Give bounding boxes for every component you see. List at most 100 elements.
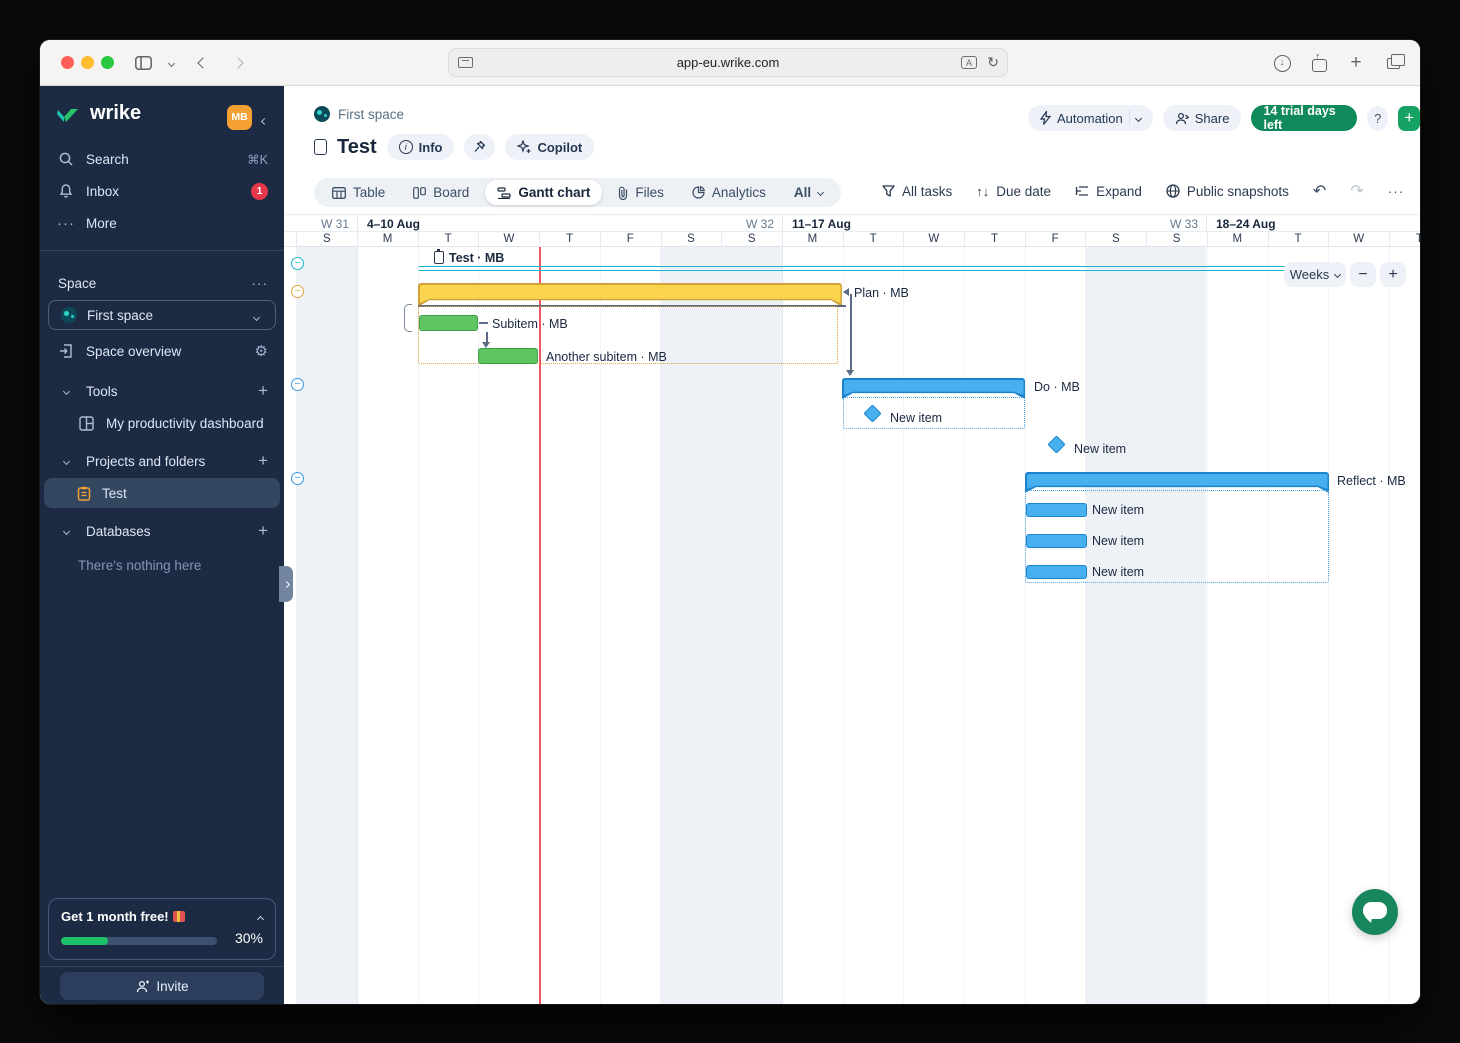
sidebar-item-test[interactable]: Test [44, 478, 280, 508]
sidebar-item-more[interactable]: ··· More [40, 210, 284, 236]
task-label-plan: Plan · MB [854, 285, 909, 300]
share-page-icon[interactable] [1308, 52, 1330, 74]
chevron-down-icon [58, 453, 74, 469]
browser-toolbar: app-eu.wrike.com A ↻ ↓ + [40, 40, 1420, 86]
sidebar-item-search[interactable]: Search ⌘K [40, 146, 284, 172]
collapse-toggle-plan[interactable]: – [291, 285, 304, 298]
sidebar-section-projects[interactable]: Projects and folders + [40, 448, 284, 474]
downloads-icon[interactable]: ↓ [1271, 52, 1293, 74]
task-label-another-subitem: Another subitem · MB [546, 349, 667, 364]
wrike-logo: wrike [56, 102, 141, 125]
search-shortcut: ⌘K [247, 152, 268, 167]
translate-icon[interactable]: A [961, 56, 977, 69]
chevron-down-icon [58, 523, 74, 539]
url-text: app-eu.wrike.com [449, 55, 1007, 70]
gantt-items-layer: Test · MB – – – – Plan · MB Subitem · MB Anothe… [284, 86, 1420, 1004]
subitem-label-connector [479, 322, 488, 324]
timescale-dropdown[interactable]: Weeks [1284, 262, 1346, 287]
inbox-badge: 1 [251, 183, 268, 200]
search-icon [58, 151, 74, 167]
task-label-new-item-4: New item [1092, 533, 1144, 548]
sidebar-toggle-icon[interactable] [132, 52, 154, 74]
gear-icon[interactable]: ⚙ [255, 342, 268, 360]
bar-new-item-3[interactable] [1026, 503, 1087, 517]
chevron-down-icon [253, 313, 260, 320]
collapse-toggle-test[interactable]: – [291, 257, 304, 270]
add-database-icon[interactable]: + [258, 521, 268, 541]
sidebar-resize-handle[interactable] [279, 566, 293, 602]
browser-window: app-eu.wrike.com A ↻ ↓ + wrike MB Search… [40, 40, 1420, 1004]
group-drag-bracket[interactable] [404, 304, 412, 332]
bell-icon [58, 183, 74, 199]
task-label-do: Do · MB [1034, 379, 1080, 394]
sidebar-divider [40, 250, 284, 251]
space-selector[interactable]: First space [48, 300, 276, 330]
overview-icon [58, 343, 74, 359]
promo-percent: 30% [235, 930, 263, 946]
bar-new-item-4[interactable] [1026, 534, 1087, 548]
reload-icon[interactable]: ↻ [987, 54, 999, 71]
task-label-subitem: Subitem · MB [492, 316, 568, 331]
bar-another-subitem[interactable] [478, 348, 538, 364]
space-section-header: Space ··· [40, 270, 284, 296]
task-label-test: Test · MB [434, 250, 504, 265]
gift-icon [173, 911, 185, 922]
dep-arrowhead-do [846, 370, 854, 376]
milestone-new-item-2[interactable] [1047, 435, 1065, 453]
project-clipboard-icon [76, 485, 92, 501]
promo-title: Get 1 month free! [61, 909, 263, 924]
avatar[interactable]: MB [227, 105, 252, 130]
clipboard-icon [434, 251, 444, 264]
sidebar-item-inbox[interactable]: Inbox 1 [40, 178, 284, 204]
invite-person-icon [135, 980, 149, 993]
sidebar-section-databases[interactable]: Databases + [40, 518, 284, 544]
dep-arrowhead-plan [843, 288, 849, 296]
close-window-button[interactable] [61, 56, 74, 69]
collapse-sidebar-icon[interactable] [262, 111, 267, 129]
collapse-toggle-reflect[interactable]: – [291, 472, 304, 485]
ellipsis-icon: ··· [58, 215, 74, 231]
task-label-reflect: Reflect · MB [1337, 473, 1406, 488]
app-sidebar: wrike MB Search ⌘K Inbox 1 ··· More Spac… [40, 86, 284, 1004]
wrike-logo-icon [56, 103, 82, 125]
address-bar[interactable]: app-eu.wrike.com A ↻ [448, 48, 1008, 77]
promo-card[interactable]: Get 1 month free! 30% [48, 898, 276, 960]
add-project-icon[interactable]: + [258, 451, 268, 471]
bar-subitem[interactable] [419, 315, 478, 331]
sidebar-item-dashboard[interactable]: My productivity dashboard [40, 410, 284, 436]
dep-line-plan-do [850, 294, 852, 371]
minimize-window-button[interactable] [81, 56, 94, 69]
collapse-promo-icon[interactable] [257, 916, 264, 923]
bar-new-item-5[interactable] [1026, 565, 1087, 579]
add-tool-icon[interactable]: + [258, 381, 268, 401]
chevron-down-icon [58, 383, 74, 399]
dashboard-icon [78, 415, 94, 431]
forward-button[interactable] [227, 52, 249, 74]
help-chat-button[interactable] [1352, 889, 1398, 935]
zoom-in-button[interactable]: + [1380, 262, 1406, 287]
chat-bubble-icon [1363, 902, 1387, 919]
new-tab-icon[interactable]: + [1345, 52, 1367, 74]
zoom-window-button[interactable] [101, 56, 114, 69]
promo-progress-bar [61, 937, 217, 945]
sidebar-section-tools[interactable]: Tools + [40, 378, 284, 404]
space-avatar-icon [61, 307, 77, 323]
back-button[interactable] [192, 52, 214, 74]
task-label-new-item-5: New item [1092, 564, 1144, 579]
main-content: First space Automation Share 14 trial da… [284, 86, 1420, 1004]
tab-overview-icon[interactable] [1382, 52, 1404, 74]
task-label-new-item-3: New item [1092, 502, 1144, 517]
tab-group-chevron-icon[interactable] [160, 52, 182, 74]
task-label-new-item-2: New item [1074, 441, 1126, 456]
databases-empty-text: There's nothing here [40, 552, 284, 578]
collapse-toggle-do[interactable]: – [291, 378, 304, 391]
space-options-icon[interactable]: ··· [252, 276, 269, 291]
promo-progress-fill [61, 937, 108, 945]
invite-button[interactable]: Invite [60, 972, 264, 1000]
project-line-test[interactable] [418, 266, 1329, 271]
sidebar-item-space-overview[interactable]: Space overview ⚙ [40, 338, 284, 364]
zoom-out-button[interactable]: − [1350, 262, 1376, 287]
bar-do[interactable] [842, 378, 1025, 399]
bar-plan[interactable] [418, 283, 842, 307]
chevron-down-icon [1334, 271, 1341, 278]
